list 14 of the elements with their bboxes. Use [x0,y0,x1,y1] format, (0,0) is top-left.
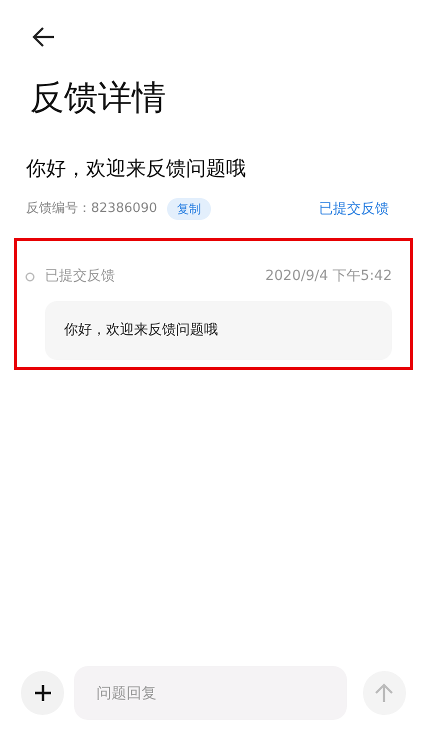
up-arrow-icon [375,683,394,703]
message-bubble: 你好，欢迎来反馈问题哦 [45,301,392,360]
feedback-subject: 你好，欢迎来反馈问题哦 [25,155,247,182]
feedback-number: 反馈编号：82386090 [26,200,158,218]
reply-field[interactable]: 问题回复 [74,666,347,720]
back-icon[interactable] [32,26,56,48]
add-button[interactable] [21,671,64,715]
feedback-status: 已提交反馈 [319,200,390,218]
page-title: 反馈详情 [29,77,167,120]
timeline-time: 2020/9/4 下午5:42 [265,267,392,286]
plus-icon [34,684,52,702]
timeline-dot-icon [25,272,35,282]
copy-button[interactable]: 复制 [167,198,212,220]
timeline-status: 已提交反馈 [45,267,115,286]
